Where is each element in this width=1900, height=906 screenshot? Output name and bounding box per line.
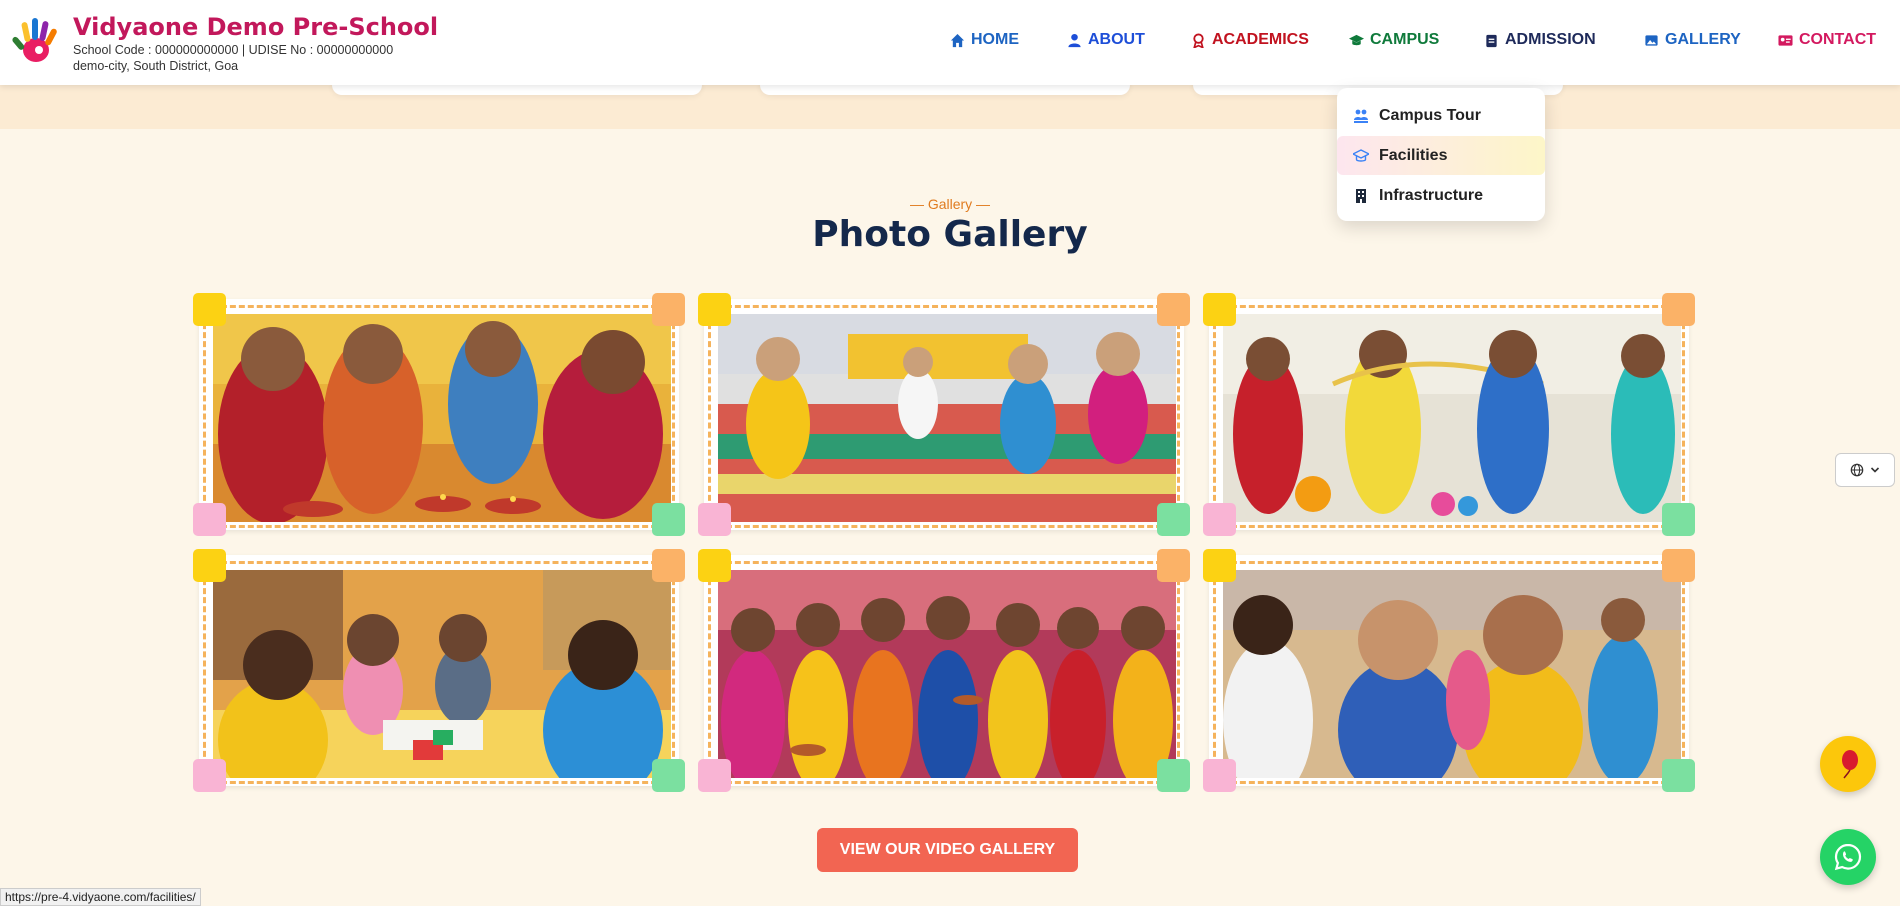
contact-card-icon <box>1778 34 1793 46</box>
photo-children-holding-diyas-festival <box>718 570 1176 778</box>
nav-home-label: HOME <box>971 31 1019 48</box>
nav-admission-label: ADMISSION <box>1505 31 1596 48</box>
dropdown-item-campus-tour[interactable]: Campus Tour <box>1337 96 1545 135</box>
map-users-icon <box>1354 109 1368 123</box>
clipboard-icon <box>1486 34 1497 47</box>
nav-gallery[interactable]: GALLERY <box>1644 31 1741 49</box>
gallery-photo[interactable] <box>193 293 685 536</box>
hero-strip <box>0 81 1900 129</box>
site-header: Vidyaone Demo Pre-School School Code : 0… <box>0 0 1900 85</box>
language-selector[interactable] <box>1835 453 1895 487</box>
gallery-photo[interactable] <box>193 549 685 792</box>
whatsapp-button[interactable] <box>1820 829 1876 885</box>
nav-campus-label: CAMPUS <box>1370 31 1440 48</box>
school-address: demo-city, South District, Goa <box>73 59 239 73</box>
dropdown-item-facilities[interactable]: Facilities <box>1337 136 1545 175</box>
nav-home[interactable]: HOME <box>950 31 1019 49</box>
graduation-cap-icon <box>1353 148 1369 162</box>
nav-campus[interactable]: CAMPUS <box>1349 31 1439 49</box>
globe-icon <box>1850 463 1864 477</box>
nav-admission[interactable]: ADMISSION <box>1484 31 1596 49</box>
gallery-photo[interactable] <box>1203 549 1695 792</box>
image-icon <box>1645 34 1658 46</box>
chevron-down-icon <box>1870 467 1880 473</box>
section-title: Photo Gallery <box>812 214 1088 255</box>
dropdown-item-label: Infrastructure <box>1379 186 1484 204</box>
nav-academics[interactable]: ACADEMICS <box>1191 31 1309 49</box>
photo-children-reading-library <box>213 570 671 778</box>
nav-about[interactable]: ABOUT <box>1067 31 1145 49</box>
gallery-photo[interactable] <box>698 293 1190 536</box>
view-video-gallery-button[interactable]: VIEW OUR VIDEO GALLERY <box>817 828 1078 872</box>
section-tag: — Gallery — <box>909 196 991 212</box>
user-icon <box>1068 33 1081 47</box>
photo-children-lighting-diyas <box>213 314 671 522</box>
whatsapp-icon <box>1834 843 1862 871</box>
campus-dropdown-menu: Campus Tour Facilities Infrastructure <box>1337 88 1545 221</box>
gallery-photo[interactable] <box>1203 293 1695 536</box>
balloon-float-button[interactable] <box>1820 736 1876 792</box>
dropdown-item-label: Facilities <box>1379 146 1448 164</box>
home-icon <box>950 33 965 47</box>
dropdown-item-infrastructure[interactable]: Infrastructure <box>1337 176 1545 215</box>
graduation-cap-icon <box>1349 34 1364 45</box>
status-bar-url: https://pre-4.vidyaone.com/facilities/ <box>0 888 201 906</box>
balloon-icon <box>1842 750 1858 779</box>
nav-contact-label: CONTACT <box>1799 31 1877 48</box>
photo-children-running-race <box>718 314 1176 522</box>
nav-contact[interactable]: CONTACT <box>1778 31 1876 49</box>
photo-children-science-experiment <box>1223 314 1681 522</box>
nav-about-label: ABOUT <box>1088 31 1145 48</box>
nav-academics-label: ACADEMICS <box>1212 31 1309 48</box>
nav-gallery-label: GALLERY <box>1665 31 1741 48</box>
photo-children-playing-outdoors <box>1223 570 1681 778</box>
building-icon <box>1356 188 1366 203</box>
main-nav: HOME ABOUT ACADEMICS CAMPUS ADMISSION GA… <box>0 31 1900 53</box>
gallery-photo[interactable] <box>698 549 1190 792</box>
award-icon <box>1193 32 1204 48</box>
dropdown-item-label: Campus Tour <box>1379 106 1481 124</box>
